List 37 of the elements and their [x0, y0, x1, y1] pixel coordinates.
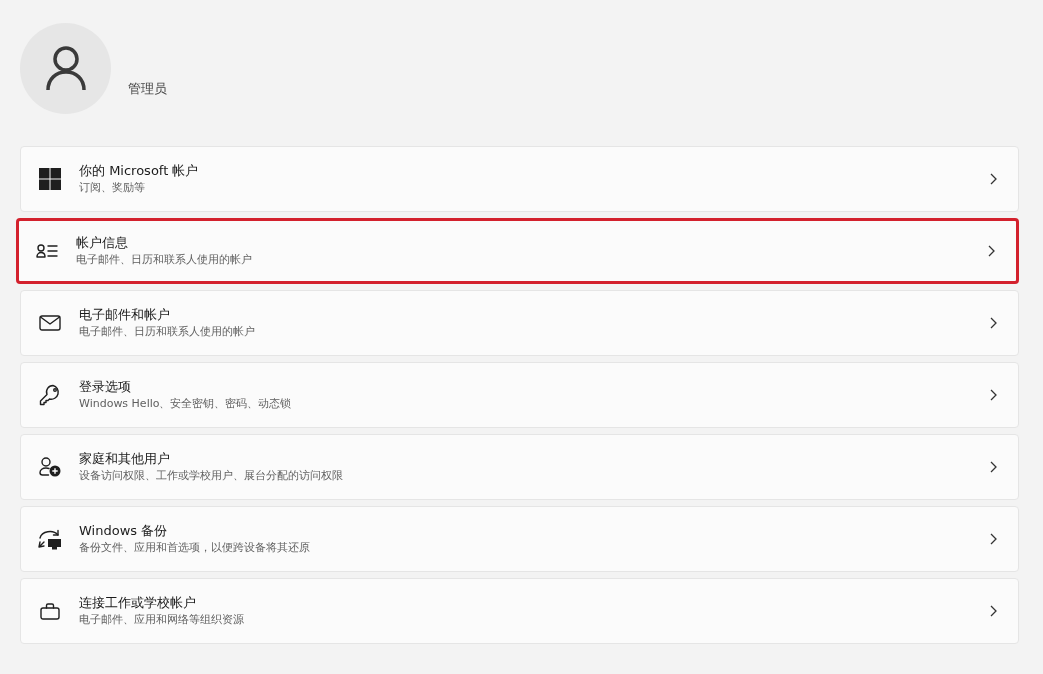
person-icon: [45, 46, 86, 91]
settings-item[interactable]: 电子邮件和帐户 电子邮件、日历和联系人使用的帐户: [20, 290, 1019, 356]
settings-item[interactable]: 登录选项 Windows Hello、安全密钥、密码、动态锁: [20, 362, 1019, 428]
settings-item[interactable]: 家庭和其他用户 设备访问权限、工作或学校用户、展台分配的访问权限: [20, 434, 1019, 500]
chevron-right-icon: [988, 245, 995, 257]
settings-item[interactable]: 你的 Microsoft 帐户 订阅、奖励等: [20, 146, 1019, 212]
chevron-right-icon: [990, 605, 997, 617]
item-description: 电子邮件、应用和网络等组织资源: [79, 612, 245, 628]
chevron-right-icon: [990, 461, 997, 473]
settings-item[interactable]: Windows 备份 备份文件、应用和首选项，以便跨设备将其还原: [20, 506, 1019, 572]
settings-item[interactable]: 帐户信息 电子邮件、日历和联系人使用的帐户: [16, 218, 1019, 284]
item-title: 家庭和其他用户: [79, 450, 171, 468]
item-title: 帐户信息: [76, 234, 129, 252]
item-title: 连接工作或学校帐户: [79, 594, 197, 612]
person-list-icon: [36, 244, 58, 258]
item-description: 电子邮件、日历和联系人使用的帐户: [79, 324, 256, 340]
chevron-right-icon: [990, 389, 997, 401]
sync-monitor-icon: [38, 528, 62, 550]
settings-item[interactable]: 连接工作或学校帐户 电子邮件、应用和网络等组织资源: [20, 578, 1019, 644]
briefcase-icon: [40, 602, 60, 620]
user-name: 管理员: [128, 79, 167, 98]
item-description: 设备访问权限、工作或学校用户、展台分配的访问权限: [79, 468, 344, 484]
item-title: 你的 Microsoft 帐户: [79, 162, 200, 180]
item-title: Windows 备份: [79, 522, 169, 540]
item-title: 登录选项: [79, 378, 132, 396]
chevron-right-icon: [990, 317, 997, 329]
envelope-icon: [39, 315, 61, 331]
chevron-right-icon: [990, 533, 997, 545]
key-icon: [39, 384, 61, 406]
person-add-icon: [39, 457, 61, 477]
item-title: 电子邮件和帐户: [79, 306, 171, 324]
item-description: 备份文件、应用和首选项，以便跨设备将其还原: [79, 540, 311, 556]
chevron-right-icon: [990, 173, 997, 185]
item-description: 电子邮件、日历和联系人使用的帐户: [76, 252, 253, 268]
item-description: Windows Hello、安全密钥、密码、动态锁: [79, 396, 293, 412]
windows-logo-icon: [39, 168, 61, 190]
item-description: 订阅、奖励等: [79, 180, 146, 196]
